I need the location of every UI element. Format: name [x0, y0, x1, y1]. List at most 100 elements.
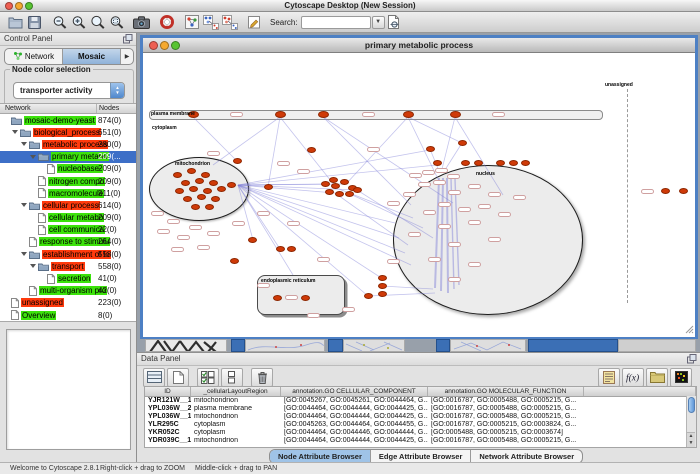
help-icon[interactable] [157, 13, 176, 31]
node-label-pill[interactable] [287, 221, 300, 226]
network-node[interactable] [403, 111, 414, 118]
network-node[interactable] [378, 275, 387, 281]
network-canvas[interactable]: plasma membrane cytoplasm mitochondrion … [143, 53, 695, 337]
network-node[interactable] [273, 295, 282, 301]
node-label-pill[interactable] [513, 195, 526, 200]
tab-network[interactable]: Network [5, 49, 63, 64]
node-label-pill[interactable] [422, 170, 435, 175]
tree-row[interactable]: biological_process651(0) [0, 126, 136, 138]
tree-row[interactable]: macromolecule311(0) [0, 187, 136, 199]
network-node[interactable] [287, 246, 296, 252]
node-label-pill[interactable] [435, 168, 448, 173]
tree-row[interactable]: response to stimulu264(0) [0, 236, 136, 248]
open-session-icon[interactable] [6, 13, 25, 31]
node-label-pill[interactable] [438, 202, 451, 207]
node-label-pill[interactable] [342, 307, 355, 312]
search-settings-icon[interactable] [385, 13, 404, 31]
network-node[interactable] [329, 177, 338, 183]
table-row[interactable]: YKR052Ccytoplasm[GO:0044464, GO:0044446,… [145, 429, 696, 437]
network-node[interactable] [230, 258, 239, 264]
tree-row[interactable]: multi-organism pro42(0) [0, 285, 136, 297]
node-label-pill[interactable] [257, 211, 270, 216]
tree-row[interactable]: nucleobase-209(0) [0, 163, 136, 175]
node-label-pill[interactable] [409, 173, 422, 178]
node-label-pill[interactable] [177, 235, 190, 240]
tree-row[interactable]: nitrogen compo209(0) [0, 175, 136, 187]
network-node[interactable] [450, 111, 461, 118]
float-panel-icon[interactable] [123, 34, 133, 46]
node-label-pill[interactable] [428, 257, 441, 262]
tree-row[interactable]: primary metabo209(... [0, 151, 136, 163]
network-node[interactable] [661, 188, 670, 194]
node-label-pill[interactable] [387, 259, 400, 264]
node-label-pill[interactable] [232, 221, 245, 226]
network-node[interactable] [183, 196, 192, 202]
node-label-pill[interactable] [277, 161, 290, 166]
network-node[interactable] [181, 180, 190, 186]
column-header[interactable]: annotation.GO MOLECULAR_FUNCTION [428, 387, 584, 396]
node-label-pill[interactable] [362, 112, 375, 117]
network-node[interactable] [345, 191, 354, 197]
node-label-pill[interactable] [641, 189, 654, 194]
network-node[interactable] [364, 293, 373, 299]
import-attributes-icon[interactable] [646, 368, 668, 387]
network-node[interactable] [521, 160, 530, 166]
resize-grip-icon[interactable] [685, 325, 694, 336]
network-node[interactable] [276, 246, 285, 252]
network-node[interactable] [201, 172, 210, 178]
node-label-pill[interactable] [167, 219, 180, 224]
save-session-icon[interactable] [25, 13, 44, 31]
snapshot-icon[interactable] [132, 13, 151, 31]
network-node[interactable] [509, 160, 518, 166]
network-node[interactable] [679, 188, 688, 194]
node-label-pill[interactable] [171, 247, 184, 252]
zoom-fit-icon[interactable] [88, 13, 107, 31]
tree-row[interactable]: mosaic-demo-yeast874(0) [0, 114, 136, 126]
network-node[interactable] [205, 204, 214, 210]
node-label-pill[interactable] [403, 192, 416, 197]
network-node[interactable] [325, 189, 334, 195]
tree-row[interactable]: metabolic process280(0) [0, 138, 136, 150]
node-label-pill[interactable] [458, 207, 471, 212]
node-label-pill[interactable] [488, 237, 501, 242]
node-label-pill[interactable] [230, 112, 243, 117]
zoom-out-icon[interactable] [50, 13, 69, 31]
node-label-pill[interactable] [448, 277, 461, 282]
network-node[interactable] [227, 182, 236, 188]
table-row[interactable]: YLR295Ccytoplasm[GO:0045263, GO:0044464,… [145, 421, 696, 429]
tree-row[interactable]: transport558(0) [0, 260, 136, 272]
network-node[interactable] [331, 183, 340, 189]
network-node[interactable] [433, 160, 442, 166]
network-node[interactable] [173, 172, 182, 178]
network-node[interactable] [335, 191, 344, 197]
node-label-pill[interactable] [189, 225, 202, 230]
node-label-pill[interactable] [317, 257, 330, 262]
tree-row[interactable]: unassigned223(0) [0, 297, 136, 309]
layout-grid-icon[interactable] [201, 13, 220, 31]
attribute-list-icon[interactable] [598, 368, 620, 387]
node-label-pill[interactable] [367, 147, 380, 152]
column-header[interactable]: annotation.GO CELLULAR_COMPONENT [281, 387, 428, 396]
tab-mosaic[interactable]: Mosaic [63, 49, 121, 64]
disclosure-triangle-icon[interactable] [21, 142, 27, 146]
network-node[interactable] [353, 187, 362, 193]
network-node[interactable] [187, 168, 196, 174]
float-panel-icon[interactable] [687, 354, 697, 366]
node-label-pill[interactable] [207, 151, 220, 156]
network-node[interactable] [474, 160, 483, 166]
node-label-pill[interactable] [488, 192, 501, 197]
network-node[interactable] [378, 291, 387, 297]
disclosure-triangle-icon[interactable] [30, 264, 36, 268]
tabs-overflow-arrow[interactable]: ▶ [121, 49, 133, 64]
node-label-pill[interactable] [157, 229, 170, 234]
network-node[interactable] [275, 111, 286, 118]
heatmap-icon[interactable] [670, 368, 692, 387]
network-node[interactable] [378, 283, 387, 289]
network-node[interactable] [301, 295, 310, 301]
tree-row[interactable]: secretion41(0) [0, 272, 136, 284]
node-label-pill[interactable] [418, 182, 431, 187]
network-node[interactable] [233, 158, 242, 164]
disclosure-triangle-icon[interactable] [12, 130, 18, 134]
node-label-pill[interactable] [492, 112, 505, 117]
network-node[interactable] [217, 186, 226, 192]
